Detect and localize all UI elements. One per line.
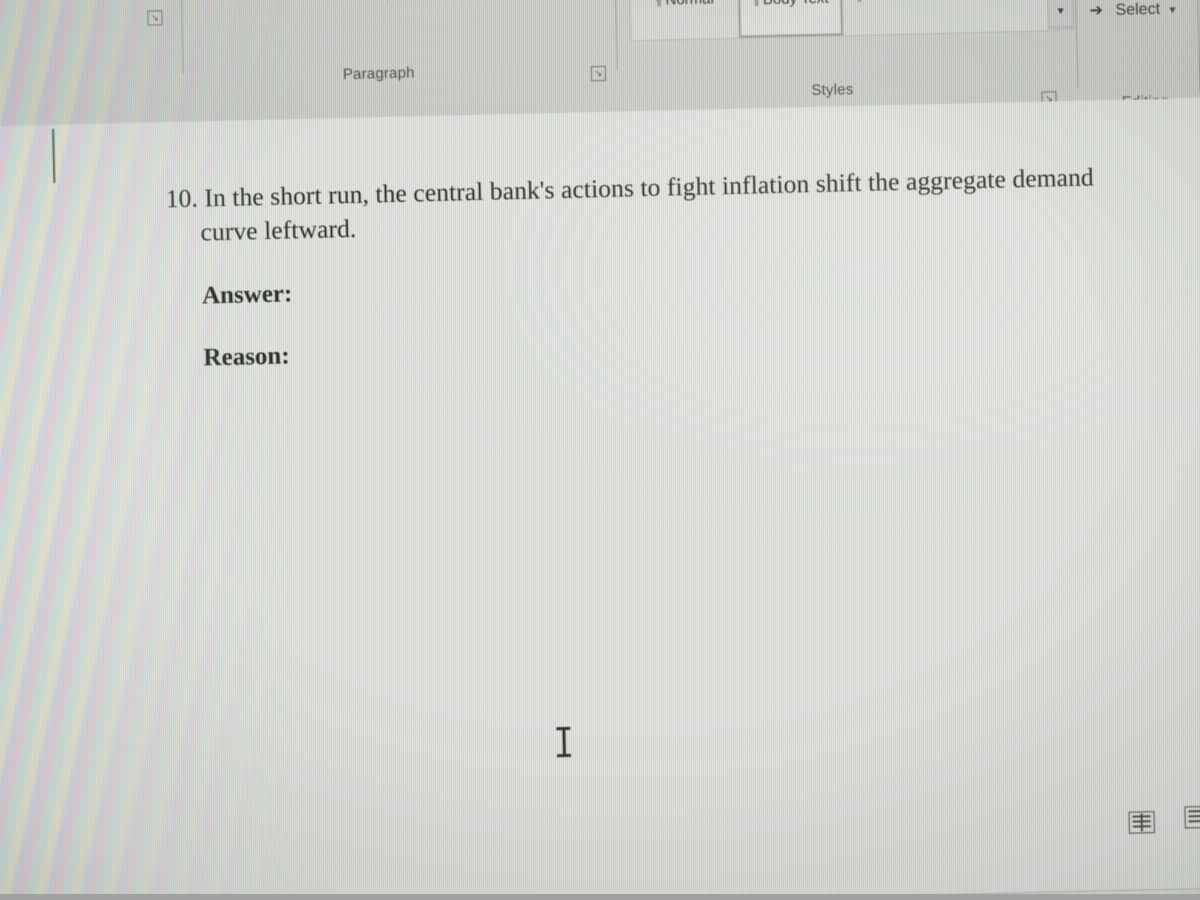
group-divider xyxy=(1195,0,1200,94)
pilcrow-icon: ¶ xyxy=(654,0,662,9)
question-paragraph: 10. In the short run, the central bank's… xyxy=(165,160,1096,249)
font-dialog-launcher[interactable] xyxy=(147,10,163,26)
reason-label: Reason: xyxy=(203,342,290,372)
pilcrow-icon: ¶ xyxy=(961,0,968,1)
laptop-bezel-bottom xyxy=(0,894,1200,900)
style-name: ¶ Body Text xyxy=(740,0,840,10)
styles-gallery: AaBbCcD ¶ Normal AaBbCcI ¶ Body Text AaB… xyxy=(627,0,1061,42)
style-item-body-text[interactable]: AaBbCcI ¶ Body Text xyxy=(736,0,844,38)
group-divider xyxy=(180,0,184,74)
select-arrow-icon: ➔ xyxy=(1089,2,1104,20)
answer-label: Answer: xyxy=(201,280,293,310)
text-insertion-caret xyxy=(52,128,56,183)
style-item-list-paragraph[interactable]: AaBbCcD ¶ List Para... xyxy=(842,0,950,36)
paragraph-group-label: Paragraph xyxy=(342,64,415,84)
style-name: ¶ List Para... xyxy=(844,0,948,5)
pilcrow-icon: ¶ xyxy=(855,0,862,4)
style-name: ¶ Normal xyxy=(632,0,736,10)
style-item-normal[interactable]: AaBbCcD ¶ Normal xyxy=(630,0,738,41)
style-item-no-spacing[interactable]: AaBbCcD ¶ No Spac... xyxy=(948,0,1056,33)
styles-group-label: Styles xyxy=(811,81,854,100)
select-button[interactable]: Select xyxy=(1115,1,1160,20)
print-layout-button[interactable] xyxy=(1184,805,1200,829)
paragraph-dialog-launcher[interactable] xyxy=(590,65,607,82)
style-name: ¶ No Spac... xyxy=(950,0,1054,3)
styles-more-button[interactable]: ▼ xyxy=(1048,0,1073,28)
select-dropdown-caret[interactable]: ▾ xyxy=(1169,2,1175,16)
document-page[interactable]: 10. In the short run, the central bank's… xyxy=(0,96,1200,900)
group-divider xyxy=(386,0,389,2)
question-number: 10. xyxy=(165,183,199,214)
document-body: 10. In the short run, the central bank's… xyxy=(165,160,1099,373)
read-mode-button[interactable] xyxy=(1128,811,1155,834)
mouse-ibeam-cursor xyxy=(556,727,571,758)
screen-content: ▾ ▾ xyxy=(0,0,1200,900)
styles-scroll-buttons: ▲ ▼ ▼ xyxy=(1045,0,1074,30)
photo-of-laptop-screen: ▾ ▾ xyxy=(0,0,1200,900)
pilcrow-icon: ¶ xyxy=(751,0,759,9)
group-divider xyxy=(614,0,618,70)
group-divider xyxy=(1073,0,1079,89)
